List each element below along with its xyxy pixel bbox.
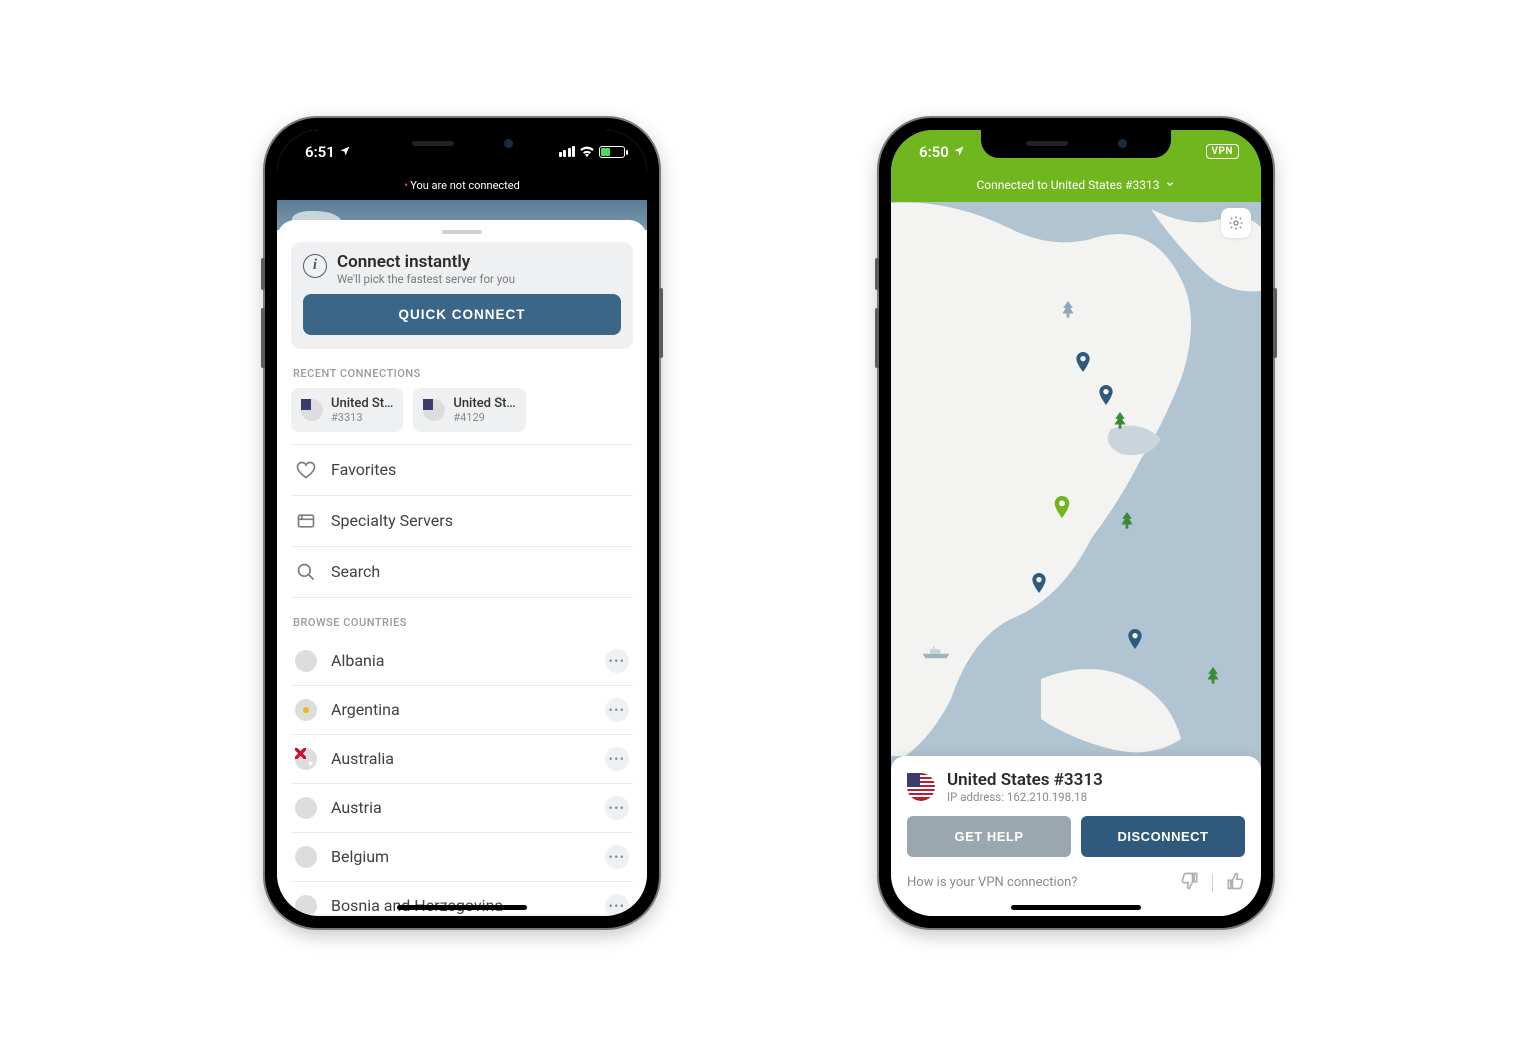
boat-icon xyxy=(921,645,951,664)
recent-label: RECENT CONNECTIONS xyxy=(293,367,633,380)
flag-icon xyxy=(295,650,317,672)
menu-label: Specialty Servers xyxy=(331,511,453,530)
connection-card: United States #3313 IP address: 162.210.… xyxy=(891,756,1261,916)
get-help-button[interactable]: GET HELP xyxy=(907,816,1071,857)
map-pin[interactable] xyxy=(1127,629,1143,645)
country-item[interactable]: Albania ••• xyxy=(291,637,633,686)
tree-icon xyxy=(1206,667,1220,689)
browse-label: BROWSE COUNTRIES xyxy=(293,616,633,629)
map[interactable] xyxy=(891,202,1261,756)
thumbs-up-icon[interactable] xyxy=(1225,871,1245,895)
bottom-sheet: i Connect instantly We'll pick the faste… xyxy=(277,220,647,914)
disconnect-button[interactable]: DISCONNECT xyxy=(1081,816,1245,857)
notch xyxy=(367,130,557,158)
specialty-icon xyxy=(295,510,317,532)
favorites-item[interactable]: Favorites xyxy=(291,444,633,496)
recent-name: United St… xyxy=(331,396,393,411)
thumbs-down-icon[interactable] xyxy=(1180,871,1200,895)
map-pin-active[interactable] xyxy=(1053,496,1069,512)
country-item[interactable]: Austria ••• xyxy=(291,784,633,833)
location-icon xyxy=(953,143,965,161)
feedback-row: How is your VPN connection? xyxy=(907,871,1245,895)
country-item[interactable]: Australia ••• xyxy=(291,735,633,784)
more-button[interactable]: ••• xyxy=(605,747,629,771)
info-icon: i xyxy=(303,254,327,278)
flag-icon xyxy=(295,797,317,819)
sheet-handle[interactable] xyxy=(442,230,482,234)
tree-icon xyxy=(1120,512,1134,534)
wifi-icon xyxy=(579,143,595,161)
tree-icon xyxy=(1061,301,1075,323)
map-pin[interactable] xyxy=(1031,573,1047,589)
more-button[interactable]: ••• xyxy=(605,698,629,722)
status-time: 6:51 xyxy=(305,143,335,161)
country-item[interactable]: Argentina ••• xyxy=(291,686,633,735)
chevron-down-icon xyxy=(1165,178,1175,192)
recent-id: #3313 xyxy=(331,411,393,424)
signal-icon xyxy=(559,146,576,157)
flag-icon xyxy=(295,699,317,721)
search-item[interactable]: Search xyxy=(291,547,633,598)
notch xyxy=(981,130,1171,158)
heart-icon xyxy=(295,459,317,481)
connect-subtitle: We'll pick the fastest server for you xyxy=(337,272,515,286)
search-icon xyxy=(295,561,317,583)
recent-chip[interactable]: United St… #4129 xyxy=(413,388,525,432)
quick-connect-card: i Connect instantly We'll pick the faste… xyxy=(291,242,633,349)
separator xyxy=(1212,874,1213,892)
quick-connect-button[interactable]: QUICK CONNECT xyxy=(303,294,621,335)
vpn-badge: VPN xyxy=(1206,144,1240,159)
recent-name: United St… xyxy=(453,396,515,411)
more-button[interactable]: ••• xyxy=(605,894,629,914)
recent-connections: United St… #3313 United St… #4129 xyxy=(291,388,633,432)
flag-icon xyxy=(295,748,317,770)
feedback-question: How is your VPN connection? xyxy=(907,875,1077,890)
country-item[interactable]: Belgium ••• xyxy=(291,833,633,882)
phone-right: 6:50 VPN Connected to United States #331… xyxy=(879,118,1273,928)
status-time: 6:50 xyxy=(919,143,949,161)
flag-icon xyxy=(295,846,317,868)
connection-status: •You are not connected xyxy=(277,174,647,200)
flag-icon xyxy=(907,773,935,801)
more-button[interactable]: ••• xyxy=(605,796,629,820)
specialty-servers-item[interactable]: Specialty Servers xyxy=(291,496,633,547)
flag-icon xyxy=(301,399,323,421)
menu-label: Favorites xyxy=(331,460,396,479)
phone-left: 6:51 •You are not connected xyxy=(265,118,659,928)
battery-icon xyxy=(599,146,625,158)
recent-id: #4129 xyxy=(453,411,515,424)
recent-chip[interactable]: United St… #3313 xyxy=(291,388,403,432)
settings-button[interactable] xyxy=(1221,208,1251,238)
location-icon xyxy=(339,143,351,161)
country-name: Australia xyxy=(331,749,591,768)
flag-icon xyxy=(423,399,445,421)
more-button[interactable]: ••• xyxy=(605,649,629,673)
menu-list: Favorites Specialty Servers Search xyxy=(291,444,633,598)
flag-icon xyxy=(295,895,317,914)
home-indicator[interactable] xyxy=(397,905,527,910)
menu-label: Search xyxy=(331,562,380,581)
country-name: Belgium xyxy=(331,847,591,866)
home-indicator[interactable] xyxy=(1011,905,1141,910)
country-name: Austria xyxy=(331,798,591,817)
map-pin[interactable] xyxy=(1098,385,1114,401)
country-name: Argentina xyxy=(331,700,591,719)
more-button[interactable]: ••• xyxy=(605,845,629,869)
country-list: Albania ••• Argentina ••• Australia ••• … xyxy=(291,637,633,914)
tree-icon xyxy=(1113,412,1127,434)
country-name: Albania xyxy=(331,651,591,670)
screen: 6:50 VPN Connected to United States #331… xyxy=(891,130,1261,916)
connection-status[interactable]: Connected to United States #3313 xyxy=(891,174,1261,202)
screen: 6:51 •You are not connected xyxy=(277,130,647,916)
server-name: United States #3313 xyxy=(947,770,1103,790)
server-ip: IP address: 162.210.198.18 xyxy=(947,790,1103,804)
map-pin[interactable] xyxy=(1075,352,1091,368)
connect-title: Connect instantly xyxy=(337,252,515,272)
